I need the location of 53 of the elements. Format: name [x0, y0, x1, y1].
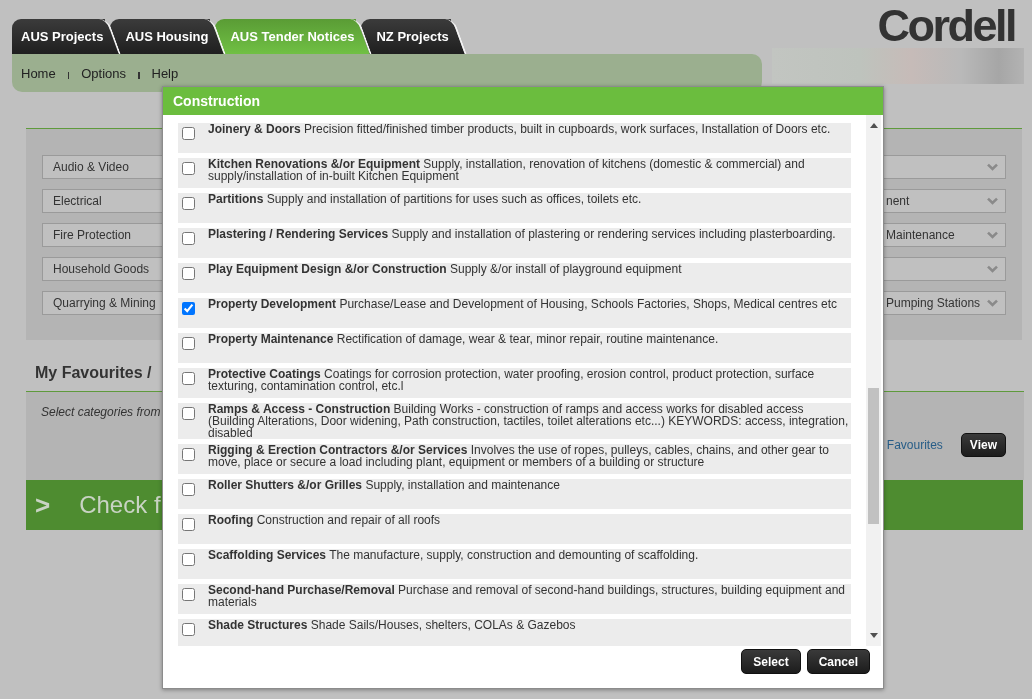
- nav-link[interactable]: Help: [151, 65, 179, 81]
- category-description: Roofing Construction and repair of all roofs: [208, 514, 442, 526]
- category-description: Shade Structures Shade Sails/Houses, shelters, COLAs & Gazebos: [208, 619, 577, 631]
- category-description: Second-hand Purchase/Removal Purchase and removal of second-hand buildings, structures, building equipment and materials: [208, 584, 846, 608]
- triangle-down-icon[interactable]: [869, 633, 878, 638]
- checkbox[interactable]: [182, 483, 195, 496]
- checkbox[interactable]: [182, 162, 195, 175]
- checkbox[interactable]: [182, 448, 195, 461]
- nav-link[interactable]: Home: [21, 65, 56, 81]
- category-description: Plastering / Rendering Services Supply and installation of plastering or rendering services including plasterboarding.: [208, 228, 837, 240]
- checkbox[interactable]: [182, 623, 195, 636]
- checkbox[interactable]: [182, 197, 195, 210]
- tab[interactable]: AUS Projects: [12, 19, 122, 54]
- favourites-link[interactable]: Favourites: [886, 438, 943, 452]
- checkbox[interactable]: [182, 518, 195, 531]
- category-description: Partitions Supply and installation of partitions for uses such as offices, toilets etc.: [208, 193, 643, 205]
- nav-link[interactable]: Options: [81, 65, 126, 81]
- checkbox[interactable]: [182, 553, 195, 566]
- category-description: Protective Coatings Coatings for corrosion protection, water proofing, erosion control, product protection, surface texturing, contamination control, etc.l: [208, 368, 816, 392]
- banner-text: Check f: [79, 491, 161, 519]
- checkbox[interactable]: [182, 407, 195, 420]
- category-description: Property Maintenance Rectification of damage, wear & tear, minor repair, routine maintenance.: [208, 333, 720, 345]
- dialog-button[interactable]: Cancel: [806, 649, 870, 674]
- chevron-down-icon: [986, 299, 999, 307]
- category-description: Roller Shutters &/or Grilles Supply, installation and maintenance: [208, 479, 561, 491]
- category-description: Property Development Purchase/Lease and Development of Housing, Schools Factories, Shops, Medical centres etc: [208, 298, 838, 310]
- chevron-down-icon: [986, 265, 999, 273]
- checkbox[interactable]: [182, 337, 195, 350]
- section-title: My Favourites /: [35, 364, 152, 381]
- triangle-up-icon[interactable]: [869, 123, 878, 128]
- category-description: Kitchen Renovations &/or Equipment Supply, installation, renovation of kitchens (domestic & commercial) and supply/installation of in-built Kitchen Equipment: [208, 158, 806, 182]
- dialog-title: Construction: [173, 93, 261, 109]
- checkbox[interactable]: [182, 127, 195, 140]
- chevron-down-icon: [986, 231, 999, 239]
- checkbox[interactable]: [182, 588, 195, 601]
- category-description: Joinery & Doors Precision fitted/finished timber products, built in cupboards, work surfaces, Installation of Doors etc.: [208, 123, 832, 135]
- checkbox[interactable]: [182, 232, 195, 245]
- view-button[interactable]: View: [960, 433, 1006, 457]
- scrollbar-thumb[interactable]: [868, 388, 879, 524]
- checkbox[interactable]: [182, 302, 195, 315]
- chevron-down-icon: [986, 163, 999, 171]
- logo: Cordell: [877, 4, 1015, 48]
- arrow-glyph: >: [35, 489, 51, 521]
- hint-text: Select categories from: [41, 405, 161, 419]
- dialog-button[interactable]: Select: [741, 649, 801, 674]
- chevron-down-icon: [986, 197, 999, 205]
- category-description: Rigging & Erection Contractors &/or Services Involves the use of ropes, pulleys, cables, chains, and other gear to move, place or secure a load including plant, equipment or members of a building or structure: [208, 444, 830, 468]
- category-description: Ramps & Access - Construction Building Works - construction of ramps and access works for disabled access (Building Alterations, Door widening, Path construction, tactiles, toilet alterations etc...) KEYWORDS: access, integration, disabled: [208, 403, 850, 439]
- category-description: Scaffolding Services The manufacture, supply, construction and demounting of scaffolding.: [208, 549, 700, 561]
- checkbox[interactable]: [182, 267, 195, 280]
- category-description: Play Equipment Design &/or Construction Supply &/or install of playground equipment: [208, 263, 683, 275]
- scrollbar[interactable]: [866, 115, 881, 646]
- checkbox[interactable]: [182, 372, 195, 385]
